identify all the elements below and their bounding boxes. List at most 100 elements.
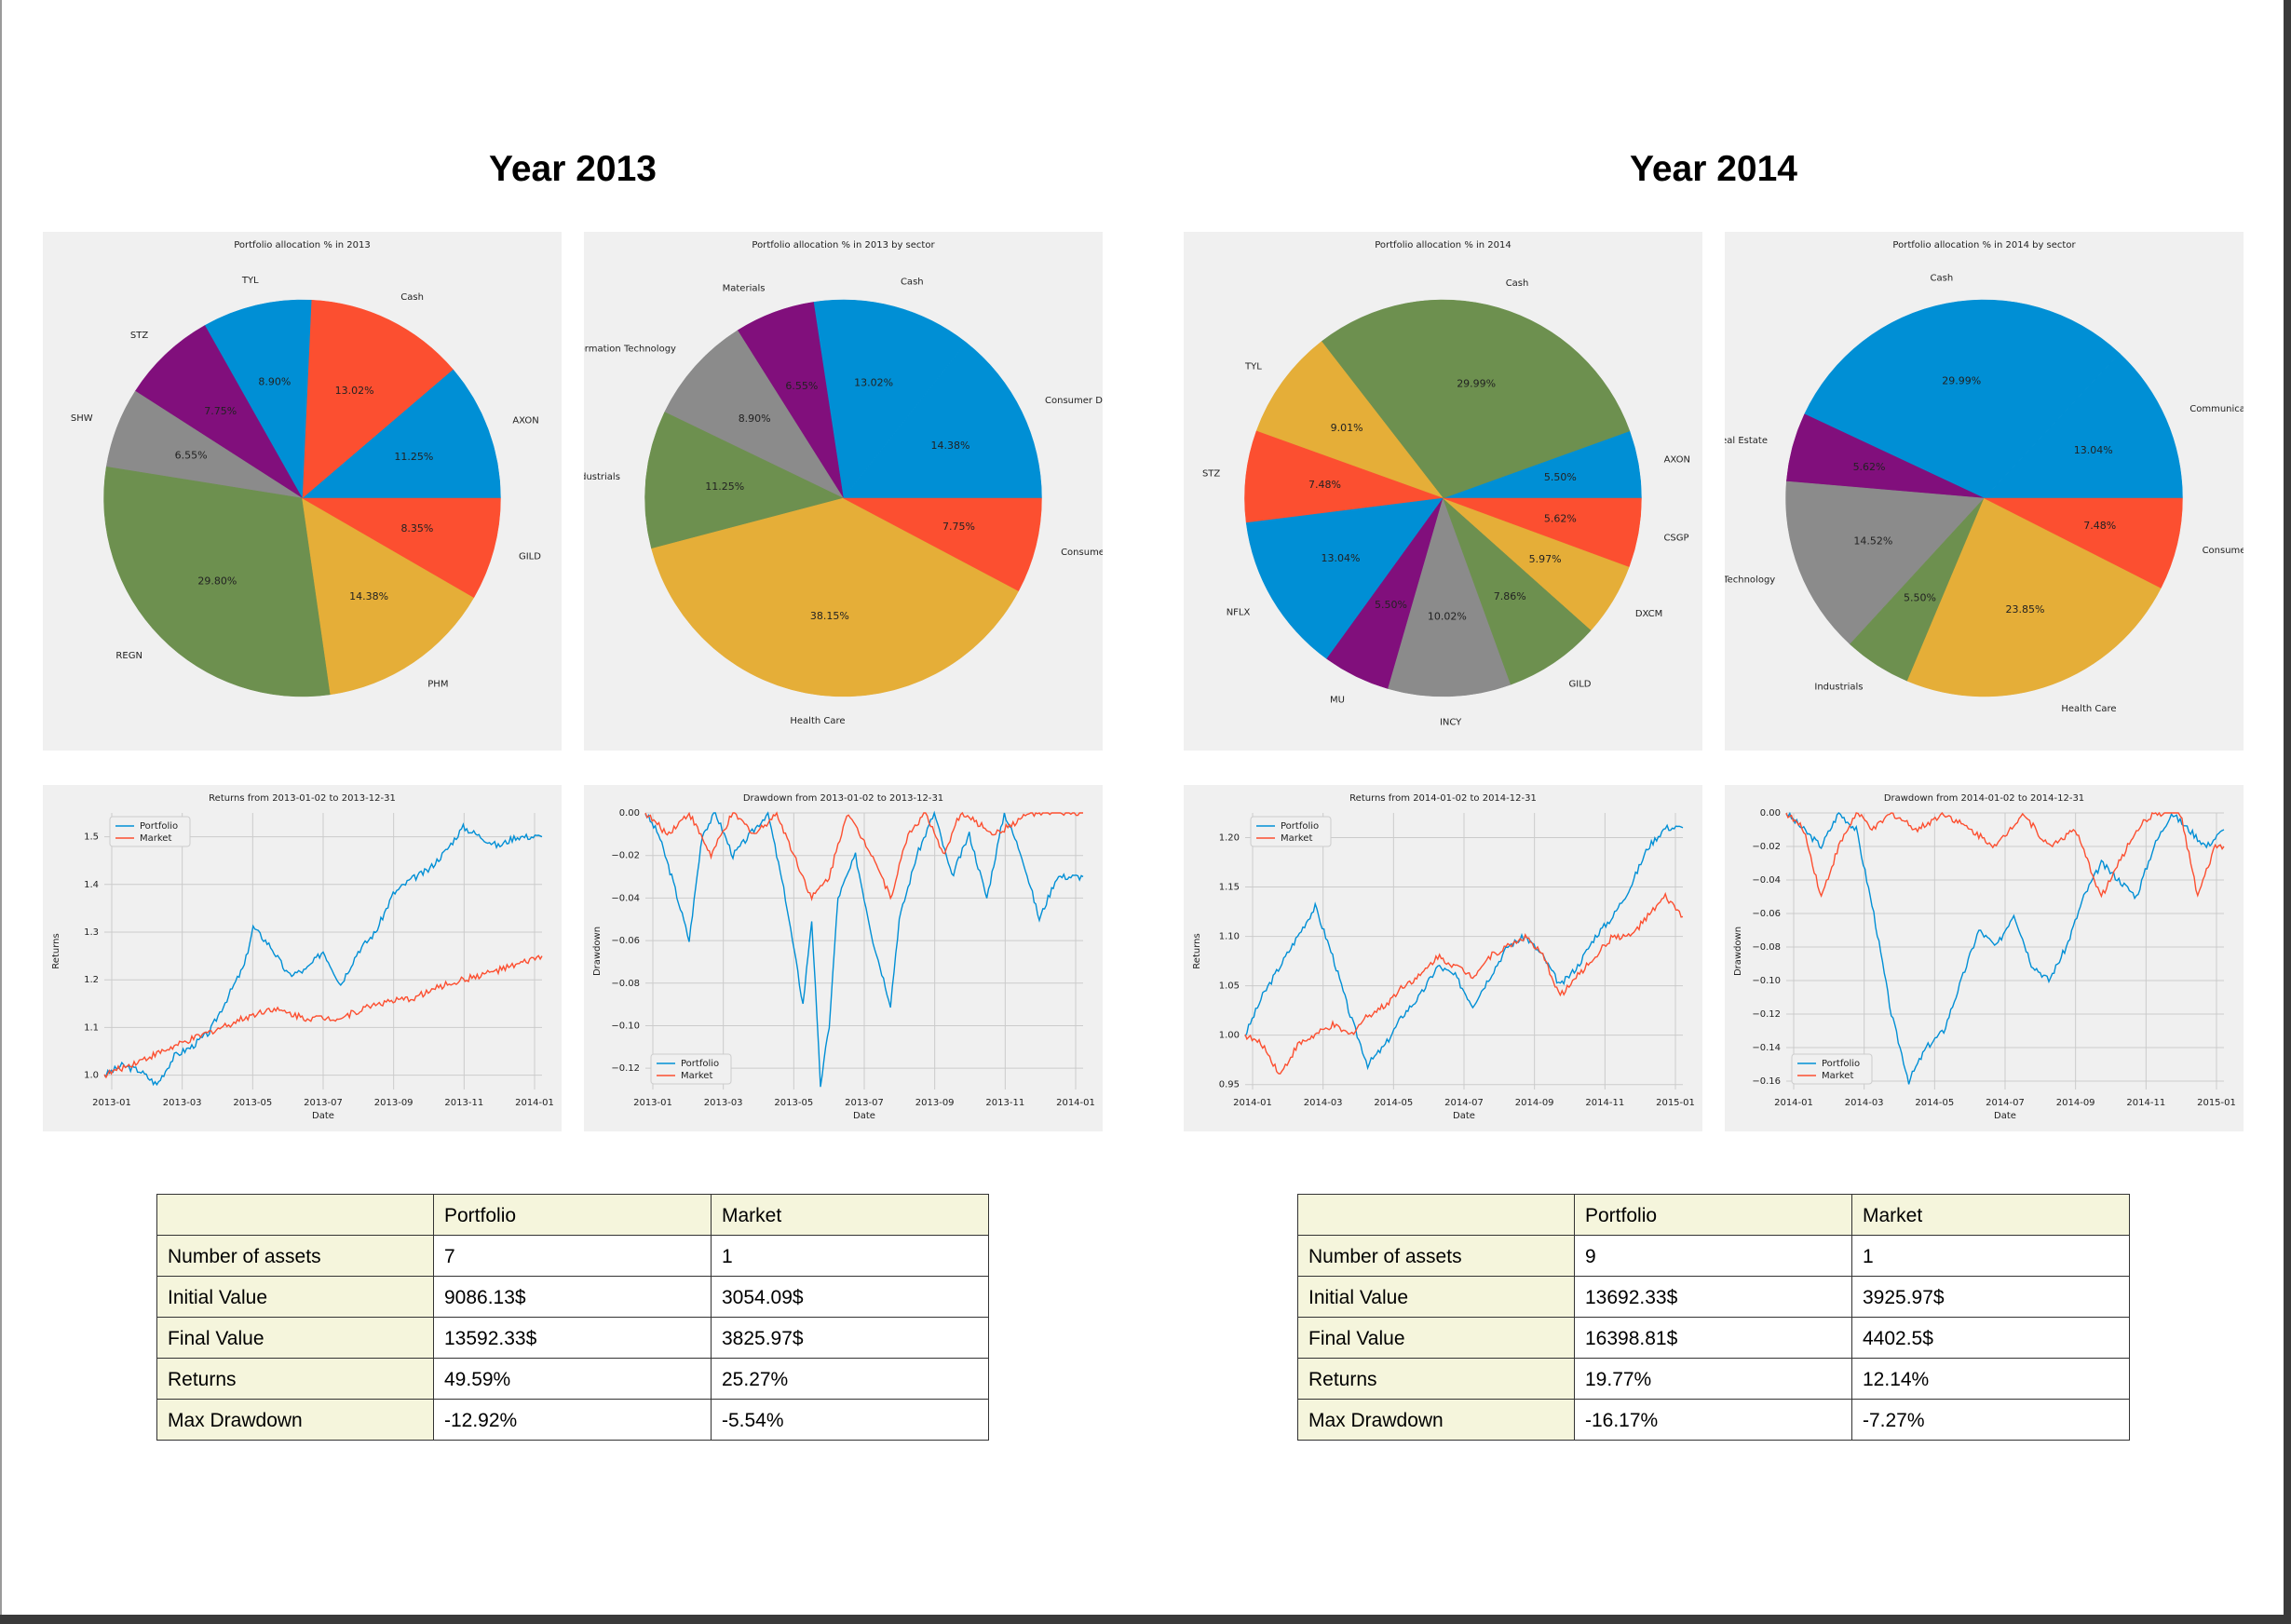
y-tick-label: −0.12: [611, 1063, 640, 1074]
y-tick-label: 1.00: [1219, 1031, 1240, 1041]
row-label: Max Drawdown: [1297, 1399, 1575, 1441]
pie-pct-label: 11.25%: [705, 480, 744, 493]
y-tick-label: −0.02: [1752, 842, 1781, 852]
line-chart-panel-3-svg: Returns from 2014-01-02 to 2014-12-31 201…: [1192, 793, 1695, 1121]
x-tick-label: 2014-01: [1774, 1098, 1813, 1108]
legend-label: Market: [1281, 833, 1312, 844]
pie-pct-label: 13.02%: [335, 385, 374, 397]
pie-label: STZ: [130, 331, 148, 341]
y-tick-label: −0.08: [611, 979, 640, 989]
x-axis-label: Date: [1994, 1111, 2016, 1121]
table-cell: 49.59%: [433, 1358, 712, 1400]
row-label: Initial Value: [1297, 1276, 1575, 1318]
legend-label: Portfolio: [1822, 1059, 1860, 1069]
x-tick-label: 2014-11: [2126, 1098, 2165, 1108]
pie-label: DXCM: [1635, 609, 1662, 619]
x-tick-label: 2013-11: [985, 1098, 1024, 1108]
stats-table-2014: Portfolio Market Number of assets 9 1 Init…: [1297, 1194, 2130, 1441]
chart-title: Returns from 2013-01-02 to 2013-12-31: [209, 793, 396, 804]
table-cell: 13692.33$: [1574, 1276, 1852, 1318]
x-tick-label: 2013-01: [92, 1098, 131, 1108]
table-row: Number of assets 9 1: [1297, 1235, 2130, 1277]
right-border: [2284, 0, 2291, 1624]
pie-label: NFLX: [1227, 608, 1251, 618]
pie-label: TYL: [241, 276, 259, 286]
table-row: Max Drawdown -12.92% -5.54%: [156, 1399, 989, 1441]
table-row: Returns 19.77% 12.14%: [1297, 1358, 2130, 1400]
table-cell: -5.54%: [711, 1399, 989, 1441]
y-tick-label: 1.10: [1219, 932, 1240, 942]
x-axis-label: Date: [853, 1111, 875, 1121]
table-header-market: Market: [1851, 1194, 2130, 1236]
pie-pct-label: 7.86%: [1494, 590, 1526, 602]
pie-pct-label: 9.01%: [1331, 422, 1363, 434]
pie-chart-panel-2-svg: Portfolio allocation % in 2013 by sector…: [584, 240, 1103, 726]
pie-chart-panel-1-svg: Portfolio allocation % in 2013 11.25% AXON…: [71, 240, 541, 697]
row-label: Max Drawdown: [156, 1399, 434, 1441]
chart-title: Portfolio allocation % in 2013: [234, 240, 371, 250]
line-chart-panel-4-svg: Drawdown from 2014-01-02 to 2014-12-31 20…: [1733, 793, 2236, 1121]
y-tick-label: 1.2: [84, 975, 99, 985]
pie-label: Real Estate: [1725, 436, 1768, 446]
pie-pct-label: 6.55%: [785, 380, 818, 392]
pie-chart-panel-2: Portfolio allocation % in 2013 by sector…: [584, 232, 1103, 751]
table-row: Returns 49.59% 25.27%: [156, 1358, 989, 1400]
x-tick-label: 2014-07: [1444, 1098, 1484, 1108]
table-row: Initial Value 13692.33$ 3925.97$: [1297, 1276, 2130, 1318]
y-tick-label: −0.08: [1752, 942, 1781, 953]
pie-pct-label: 14.38%: [349, 590, 388, 602]
pie-label: Cash: [400, 292, 424, 303]
pie-label: REGN: [115, 651, 142, 661]
x-tick-label: 2013-11: [444, 1098, 483, 1108]
y-tick-label: 1.05: [1219, 981, 1240, 992]
chart-title: Drawdown from 2014-01-02 to 2014-12-31: [1884, 793, 2084, 804]
pie-label: Consumer Staples: [2203, 546, 2244, 556]
pie-label: Cash: [1506, 278, 1529, 289]
x-tick-label: 2014-09: [1515, 1098, 1554, 1108]
y-tick-label: 1.0: [84, 1071, 99, 1081]
y-tick-label: 1.5: [84, 832, 99, 843]
pie-pct-label: 5.50%: [1904, 592, 1936, 604]
y-tick-label: 0.00: [619, 808, 640, 819]
pie-label: Consumer Discretionary: [1045, 396, 1103, 406]
pie-label: Materials: [723, 283, 766, 293]
x-tick-label: 2014-05: [1374, 1098, 1413, 1108]
table-cell: -12.92%: [433, 1399, 712, 1441]
row-label: Final Value: [1297, 1317, 1575, 1359]
line-chart-panel-4: Drawdown from 2014-01-02 to 2014-12-31 20…: [1725, 785, 2244, 1131]
pie-pct-label: 5.97%: [1529, 553, 1562, 565]
table-cell: 1: [1851, 1235, 2130, 1277]
table-cell: 13592.33$: [433, 1317, 712, 1359]
chart-title: Returns from 2014-01-02 to 2014-12-31: [1349, 793, 1537, 804]
pie-label: STZ: [1202, 469, 1220, 480]
x-tick-label: 2013-09: [374, 1098, 413, 1108]
bottom-border: [0, 1615, 2291, 1624]
pie-label: Information Technology: [584, 345, 676, 355]
table-cell: 7: [433, 1235, 712, 1277]
x-tick-label: 2014-03: [1845, 1098, 1884, 1108]
table-cell: 12.14%: [1851, 1358, 2130, 1400]
x-tick-label: 2014-03: [1304, 1098, 1343, 1108]
x-tick-label: 2013-03: [704, 1098, 743, 1108]
pie-label: Cash: [901, 277, 924, 287]
pie-chart-panel-4-svg: Portfolio allocation % in 2014 by sector…: [1725, 240, 2244, 714]
table-header-portfolio: Portfolio: [1574, 1194, 1852, 1236]
table-cell: 25.27%: [711, 1358, 989, 1400]
y-tick-label: −0.02: [611, 851, 640, 861]
x-tick-label: 2013-05: [774, 1098, 813, 1108]
table-header-portfolio: Portfolio: [433, 1194, 712, 1236]
pie-label: MU: [1330, 695, 1345, 705]
line-chart-panel-3: Returns from 2014-01-02 to 2014-12-31 201…: [1184, 785, 1702, 1131]
pie-label: CSGP: [1663, 533, 1688, 543]
pie-pct-label: 7.48%: [1308, 479, 1341, 491]
table-cell: [156, 1194, 434, 1236]
pie-label: Industrials: [1814, 683, 1863, 693]
pie-label: AXON: [1664, 455, 1690, 466]
x-axis-label: Date: [1453, 1111, 1475, 1121]
stats-table-2013: Portfolio Market Number of assets 7 1 Init…: [156, 1194, 989, 1441]
y-tick-label: −0.06: [1752, 909, 1781, 919]
pie-pct-label: 13.02%: [854, 376, 893, 388]
table-cell: 3054.09$: [711, 1276, 989, 1318]
pie-chart-panel-4: Portfolio allocation % in 2014 by sector…: [1725, 232, 2244, 751]
table-cell: -7.27%: [1851, 1399, 2130, 1441]
